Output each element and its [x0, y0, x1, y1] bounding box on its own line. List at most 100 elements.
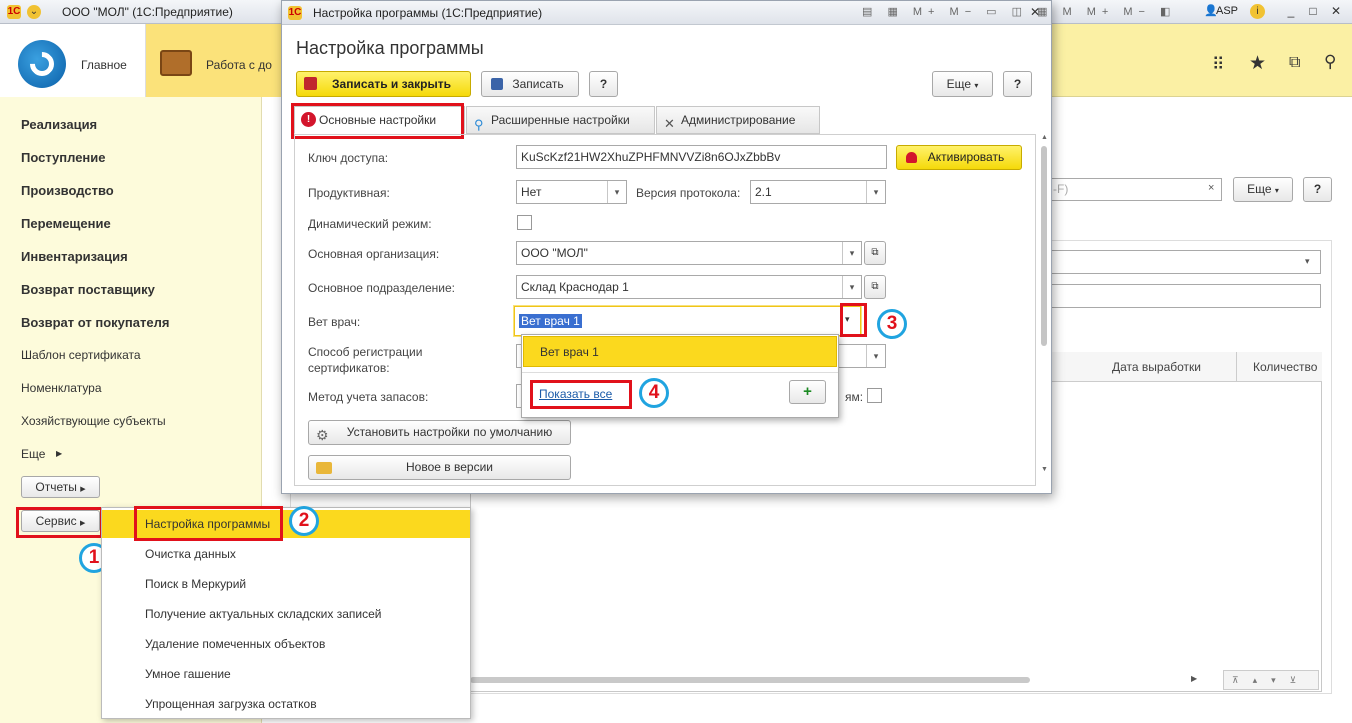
dialog-more-button[interactable]: Еще ▾ [932, 71, 993, 97]
section-work-label[interactable]: Работа с до [206, 58, 272, 72]
sidebar-item-customer-return[interactable]: Возврат от покупателя [21, 315, 169, 330]
menu-chevron-icon[interactable]: ⌄ [27, 5, 41, 19]
reports-button-label: Отчеты [35, 480, 77, 494]
cert-method-arrow-icon[interactable]: ▾ [866, 345, 885, 367]
org-arrow-icon[interactable]: ▾ [842, 242, 861, 264]
vet-select[interactable]: Вет врач 1 [514, 306, 861, 336]
info-icon[interactable]: i [1250, 4, 1265, 19]
annotation-box-program-settings [134, 506, 283, 541]
new-version-label: Новое в версии [406, 460, 493, 474]
column-header-quantity[interactable]: Количество [1253, 360, 1317, 374]
dialog-help-label: ? [599, 77, 608, 91]
dialog-close-button[interactable]: ✕ [1026, 3, 1044, 21]
productive-arrow-icon[interactable]: ▾ [607, 181, 626, 203]
background-select[interactable] [1048, 250, 1321, 274]
dialog-heading: Настройка программы [296, 38, 484, 58]
menu-item-mercury-search[interactable]: Поиск в Меркурий [145, 577, 246, 591]
set-defaults-button[interactable]: ⚙ Установить настройки по умолчанию [308, 420, 571, 445]
save-button[interactable]: Записать [481, 71, 579, 97]
column-header-production-date[interactable]: Дата выработки [1112, 360, 1201, 374]
menu-item-smart-cancel[interactable]: Умное гашение [145, 667, 231, 681]
annotation-box-show-all [530, 380, 632, 409]
protocol-value: 2.1 [755, 185, 772, 199]
org-value: ООО "МОЛ" [521, 246, 588, 260]
division-arrow-icon[interactable]: ▾ [842, 276, 861, 298]
user-name: ASP [1216, 5, 1239, 17]
background-text-field[interactable] [1048, 284, 1321, 308]
section-main-label[interactable]: Главное [81, 58, 127, 72]
add-vet-label: + [803, 383, 812, 400]
save-and-close-label: Записать и закрыть [332, 77, 451, 91]
new-version-button[interactable]: Новое в версии [308, 455, 571, 480]
org-select[interactable]: ООО "МОЛ" ▾ [516, 241, 862, 265]
stock-option-checkbox[interactable] [867, 388, 882, 403]
dialog-help-button[interactable]: ? [589, 71, 618, 97]
sidebar-item-transfer[interactable]: Перемещение [21, 216, 111, 231]
activate-button[interactable]: Активировать [896, 145, 1022, 170]
protocol-select[interactable]: 2.1 ▾ [750, 180, 886, 204]
scroll-right-arrow-icon[interactable]: ▶ [1191, 674, 1197, 683]
history-icon[interactable]: ⧉ [1289, 54, 1300, 72]
division-open-icon[interactable]: ⧉ [864, 275, 886, 299]
sidebar-item-sales[interactable]: Реализация [21, 117, 97, 132]
menu-item-delete-marked[interactable]: Удаление помеченных объектов [145, 637, 325, 651]
form-scrollbar[interactable]: ▲ ▼ [1039, 134, 1049, 479]
save-floppy-icon [491, 78, 503, 90]
org-label: Основная организация: [308, 247, 440, 261]
background-help-label: ? [1313, 182, 1322, 196]
sidebar-item-inventory[interactable]: Инвентаризация [21, 249, 128, 264]
dialog-help-right-label: ? [1013, 77, 1022, 91]
floppy-icon [304, 77, 317, 90]
sidebar-item-certificate-template[interactable]: Шаблон сертификата [21, 348, 141, 362]
vet-option-selected[interactable]: Вет врач 1 [523, 336, 837, 367]
dialog-app-icon: 1C [288, 6, 302, 20]
grid-menu-icon[interactable]: ⠿ [1212, 55, 1224, 75]
add-vet-button[interactable]: + [789, 380, 826, 404]
sidebar-item-receipt[interactable]: Поступление [21, 150, 106, 165]
table-nav-buttons[interactable]: ⊼▴▾⊻ [1223, 670, 1319, 690]
popup-divider [522, 372, 838, 373]
menu-item-data-cleanup[interactable]: Очистка данных [145, 547, 236, 561]
menu-item-warehouse-records[interactable]: Получение актуальных складских записей [145, 607, 381, 621]
tab-advanced-settings[interactable]: ⚲ Расширенные настройки [466, 106, 655, 134]
settings-dialog: 1C Настройка программы (1С:Предприятие) … [281, 0, 1170, 494]
background-more-button[interactable]: Еще ▾ [1233, 177, 1293, 202]
save-label: Записать [512, 77, 564, 91]
search-icon[interactable]: ⚲ [1324, 52, 1336, 72]
dialog-toolbar-icons[interactable]: ▤ ▦ M+ M− ▭ ◫ ▦ M M+ M− ◧ [862, 5, 1176, 18]
productive-select[interactable]: Нет ▾ [516, 180, 627, 204]
vet-label: Вет врач: [308, 315, 361, 329]
tab-administration[interactable]: ✕ Администрирование [656, 106, 820, 134]
dynamic-mode-checkbox[interactable] [517, 215, 532, 230]
background-more-label: Еще [1247, 182, 1272, 196]
background-help-button[interactable]: ? [1303, 177, 1332, 202]
close-button[interactable]: ✕ [1328, 2, 1344, 20]
division-select[interactable]: Склад Краснодар 1 ▾ [516, 275, 862, 299]
sidebar-item-nomenclature[interactable]: Номенклатура [21, 381, 102, 395]
background-search-hint: -F) [1053, 182, 1069, 196]
stock-method-label: Метод учета запасов: [308, 390, 429, 404]
protocol-arrow-icon[interactable]: ▾ [866, 181, 885, 203]
annotation-box-vet-arrow [840, 303, 867, 337]
reports-button[interactable]: Отчеты ▶ [21, 476, 100, 498]
horizontal-scrollbar[interactable] [470, 674, 1200, 686]
sidebar-item-supplier-return[interactable]: Возврат поставщику [21, 282, 155, 297]
minimize-button[interactable]: _ [1283, 2, 1299, 20]
sidebar-item-production[interactable]: Производство [21, 183, 114, 198]
background-select-arrow-icon[interactable]: ▾ [1305, 256, 1310, 267]
access-key-field[interactable]: KuScKzf21HW2XhuZPHFMNVVZi8n6OJxZbbBv [516, 145, 887, 169]
search-clear-icon[interactable]: × [1208, 182, 1214, 194]
dialog-more-label: Еще [946, 77, 972, 91]
sidebar-item-more[interactable]: Еще [21, 447, 45, 461]
org-open-icon[interactable]: ⧉ [864, 241, 886, 265]
dialog-help-button-right[interactable]: ? [1003, 71, 1032, 97]
save-and-close-button[interactable]: Записать и закрыть [296, 71, 471, 97]
menu-item-simple-balance-load[interactable]: Упрощенная загрузка остатков [145, 697, 317, 711]
app-logo-icon: 1C [7, 5, 21, 19]
dynamic-mode-label: Динамический режим: [308, 217, 432, 231]
background-search-input[interactable]: -F) [1048, 178, 1222, 201]
favorites-star-icon[interactable]: ★ [1249, 52, 1266, 75]
sidebar-item-entities[interactable]: Хозяйствующие субъекты [21, 414, 166, 428]
annotation-4: 4 [639, 378, 669, 408]
maximize-button[interactable]: □ [1305, 2, 1321, 20]
